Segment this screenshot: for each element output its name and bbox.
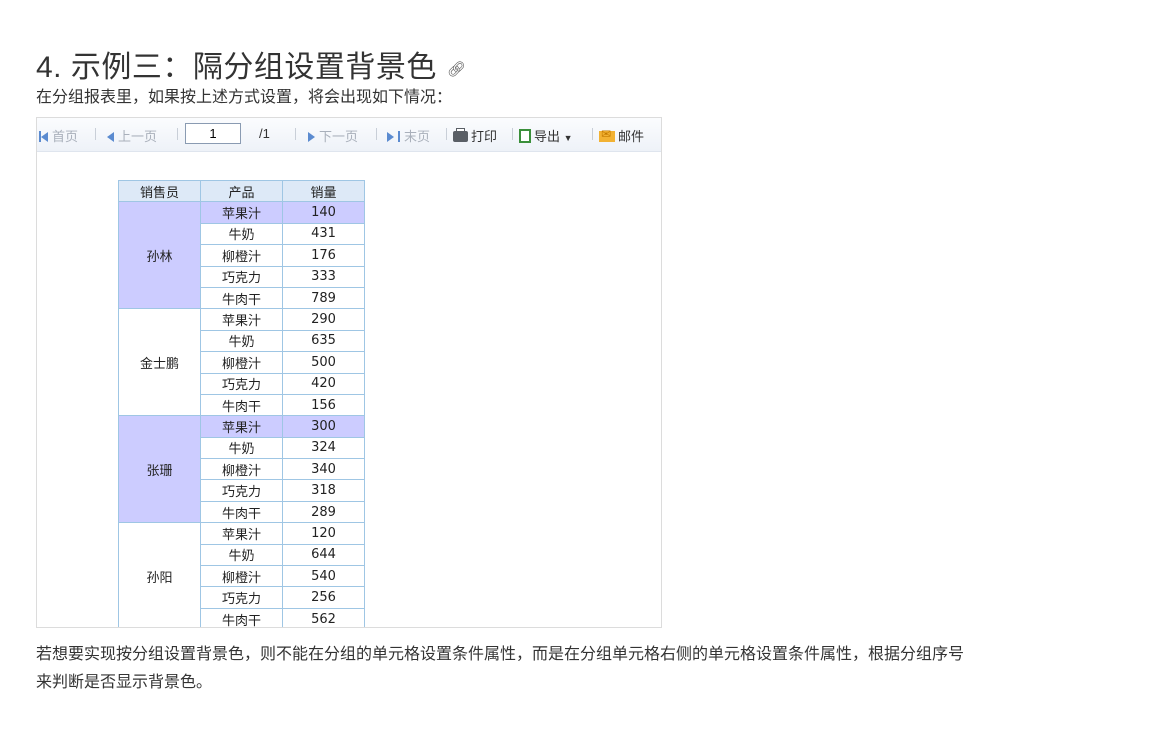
product-cell: 牛奶	[200, 543, 283, 567]
next-page-icon	[308, 132, 315, 142]
export-icon	[519, 129, 531, 143]
report-preview: 首页 上一页 /1 下一页 末页 打印 导出 ▼ 邮件 销售员 产品 销量 孙林…	[36, 117, 662, 628]
product-cell: 巧克力	[200, 479, 283, 502]
page-number-input[interactable]	[185, 123, 241, 144]
product-cell: 柳橙汁	[200, 351, 283, 374]
quantity-cell: 562	[282, 607, 365, 627]
table-row: 孙林 苹果汁 140	[118, 201, 365, 310]
print-label: 打印	[471, 129, 498, 144]
print-button[interactable]: 打印	[453, 126, 497, 145]
column-header-salesperson: 销售员	[118, 179, 201, 203]
quantity-cell: 290	[282, 308, 365, 331]
first-page-arrow-icon	[41, 132, 48, 142]
quantity-cell: 318	[282, 479, 365, 502]
explanation-line-2: 来判断是否显示背景色。	[36, 674, 213, 691]
next-page-label: 下一页	[319, 129, 359, 144]
table-body: 孙林 苹果汁 140 牛奶 431 柳橙汁 176 巧克力 333 牛肉干 789 金士鹏 苹果汁 290…	[118, 201, 365, 627]
product-cell: 苹果汁	[200, 308, 283, 331]
toolbar-divider	[295, 128, 296, 140]
section-heading: 4. 示例三：隔分组设置背景色 🔗︎	[36, 42, 466, 86]
prev-page-label: 上一页	[118, 129, 158, 144]
quantity-cell: 156	[282, 393, 365, 417]
prev-page-icon	[107, 132, 114, 142]
printer-icon	[453, 128, 468, 142]
quantity-cell: 140	[282, 201, 365, 224]
page-total: /1	[259, 126, 270, 141]
toolbar-divider	[446, 128, 447, 140]
column-header-quantity: 销量	[282, 179, 365, 203]
product-cell: 苹果汁	[200, 522, 283, 545]
product-cell: 苹果汁	[200, 201, 283, 224]
product-cell: 牛肉干	[200, 286, 283, 310]
first-page-button[interactable]: 首页	[39, 126, 78, 145]
prev-page-button[interactable]: 上一页	[107, 126, 157, 145]
column-header-product: 产品	[200, 179, 283, 203]
last-page-button[interactable]: 末页	[387, 126, 430, 145]
quantity-cell: 333	[282, 265, 365, 288]
last-page-icon	[398, 131, 400, 142]
section-heading-text: 4. 示例三：隔分组设置背景色	[36, 51, 437, 85]
product-cell: 柳橙汁	[200, 565, 283, 588]
quantity-cell: 644	[282, 543, 365, 567]
salesperson-cell: 张珊	[118, 415, 201, 524]
toolbar-divider	[592, 128, 593, 140]
product-cell: 牛肉干	[200, 607, 283, 627]
product-cell: 牛奶	[200, 222, 283, 246]
export-button[interactable]: 导出 ▼	[519, 126, 573, 145]
product-cell: 牛肉干	[200, 393, 283, 417]
salesperson-cell: 金士鹏	[118, 308, 201, 417]
product-cell: 巧克力	[200, 586, 283, 609]
table-row: 孙阳 苹果汁 120	[118, 522, 365, 627]
quantity-cell: 789	[282, 286, 365, 310]
intro-text: 在分组报表里，如果按上述方式设置，将会出现如下情况：	[36, 89, 453, 106]
quantity-cell: 300	[282, 415, 365, 438]
mail-icon	[599, 127, 615, 142]
toolbar-divider	[376, 128, 377, 140]
table-header-row: 销售员 产品 销量	[118, 179, 365, 203]
last-page-label: 末页	[404, 129, 431, 144]
next-page-button[interactable]: 下一页	[308, 126, 358, 145]
product-cell: 柳橙汁	[200, 244, 283, 267]
quantity-cell: 289	[282, 500, 365, 524]
sales-table: 销售员 产品 销量 孙林 苹果汁 140 牛奶 431 柳橙汁 176 巧克力 333 牛肉干 78…	[118, 179, 365, 627]
product-cell: 柳橙汁	[200, 458, 283, 481]
quantity-cell: 500	[282, 351, 365, 374]
mail-button[interactable]: 邮件	[599, 126, 644, 145]
export-label: 导出	[534, 129, 561, 144]
toolbar-divider	[177, 128, 178, 140]
quantity-cell: 176	[282, 244, 365, 267]
link-icon[interactable]: 🔗︎	[447, 61, 467, 78]
toolbar-divider	[512, 128, 513, 140]
last-page-arrow-icon	[387, 132, 394, 142]
quantity-cell: 431	[282, 222, 365, 246]
table-row: 张珊 苹果汁 300	[118, 415, 365, 524]
mail-label: 邮件	[618, 129, 645, 144]
explanation-paragraph: 若想要实现按分组设置背景色，则不能在分组的单元格设置条件属性，而是在分组单元格右…	[36, 641, 1086, 697]
toolbar-divider	[95, 128, 96, 140]
quantity-cell: 340	[282, 458, 365, 481]
quantity-cell: 540	[282, 565, 365, 588]
product-cell: 苹果汁	[200, 415, 283, 438]
table-row: 金士鹏 苹果汁 290	[118, 308, 365, 417]
explanation-line-1: 若想要实现按分组设置背景色，则不能在分组的单元格设置条件属性，而是在分组单元格右…	[36, 646, 965, 663]
product-cell: 巧克力	[200, 372, 283, 395]
quantity-cell: 256	[282, 586, 365, 609]
caret-down-icon: ▼	[563, 133, 573, 143]
quantity-cell: 324	[282, 436, 365, 460]
salesperson-cell: 孙林	[118, 201, 201, 310]
first-page-label: 首页	[52, 129, 79, 144]
report-toolbar: 首页 上一页 /1 下一页 末页 打印 导出 ▼ 邮件	[37, 118, 661, 152]
product-cell: 牛肉干	[200, 500, 283, 524]
quantity-cell: 635	[282, 329, 365, 353]
quantity-cell: 420	[282, 372, 365, 395]
product-cell: 牛奶	[200, 329, 283, 353]
salesperson-cell: 孙阳	[118, 522, 201, 627]
product-cell: 巧克力	[200, 265, 283, 288]
quantity-cell: 120	[282, 522, 365, 545]
product-cell: 牛奶	[200, 436, 283, 460]
